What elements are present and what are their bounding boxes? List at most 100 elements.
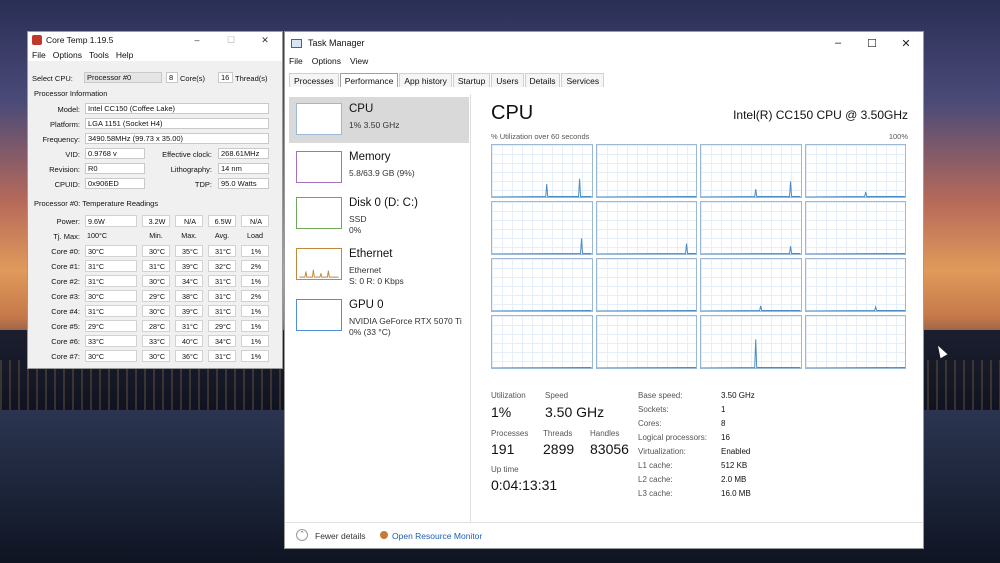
maximize-button[interactable]: ☐ xyxy=(855,37,889,50)
power-label: Power: xyxy=(56,217,80,226)
logical-processor-graph xyxy=(595,201,697,255)
platform-value: LGA 1151 (Socket H4) xyxy=(85,118,269,129)
tab-app-history[interactable]: App history xyxy=(399,73,452,87)
sidebar-item-detail: 1% 3.50 GHz xyxy=(349,120,400,130)
power-uncore: N/A xyxy=(175,215,203,227)
spec-label: Virtualization: xyxy=(638,447,686,456)
logical-processor-graph xyxy=(491,201,593,255)
select-cpu-label: Select CPU: xyxy=(32,74,73,83)
taskmanager-app-icon xyxy=(291,38,302,48)
core-min: 31°C xyxy=(142,260,170,272)
ethernet-thumbnail-graph xyxy=(296,248,342,280)
spec-label: Cores: xyxy=(638,419,662,428)
logical-processor-graph xyxy=(700,258,802,312)
sidebar-item-label: Disk 0 (D: C:) xyxy=(349,197,418,209)
core-min: 30°C xyxy=(142,350,170,362)
spec-label: Base speed: xyxy=(638,391,683,400)
coretemp-menubar: File Options Tools Help xyxy=(28,48,282,61)
sidebar-item-disk[interactable]: Disk 0 (D: C:) SSD 0% xyxy=(289,191,469,237)
menu-options[interactable]: Options xyxy=(53,50,82,60)
sidebar-item-gpu[interactable]: GPU 0 NVIDIA GeForce RTX 5070 Ti 0% (33 … xyxy=(289,293,469,339)
fewer-details-link[interactable]: Fewer details xyxy=(315,531,366,541)
core-max: 40°C xyxy=(175,335,203,347)
menu-options[interactable]: Options xyxy=(312,56,341,66)
spec-label: Logical processors: xyxy=(638,433,707,442)
core-load: 1% xyxy=(241,335,269,347)
lithography-label: Lithography: xyxy=(170,165,212,174)
chevron-up-icon[interactable]: ⌃ xyxy=(296,529,308,541)
core-name: Core #3: xyxy=(51,292,80,301)
spec-value: 8 xyxy=(721,419,726,428)
threads-value: 2899 xyxy=(543,441,575,457)
effective-clock-value: 268.61MHz xyxy=(218,148,269,159)
core-max: 38°C xyxy=(175,290,203,302)
core-avg: 29°C xyxy=(208,320,236,332)
logical-processor-graph xyxy=(804,315,906,369)
core-name: Core #4: xyxy=(51,307,80,316)
logical-processor-graph xyxy=(595,315,697,369)
coretemp-titlebar[interactable]: Core Temp 1.19.5 – ☐ ✕ xyxy=(28,32,282,48)
core-temp: 30°C xyxy=(85,245,137,257)
spec-value: 16 xyxy=(721,433,730,442)
menu-help[interactable]: Help xyxy=(116,50,133,60)
spec-value: 3.50 GHz xyxy=(721,391,755,400)
menu-file[interactable]: File xyxy=(289,56,303,66)
tab-performance[interactable]: Performance xyxy=(339,73,399,87)
logical-processor-graphs[interactable] xyxy=(491,144,906,369)
logical-processor-graph xyxy=(491,258,593,312)
spec-label: Sockets: xyxy=(638,405,669,414)
select-cpu-dropdown[interactable]: Processor #0 xyxy=(84,72,162,83)
sidebar-item-memory[interactable]: Memory 5.8/63.9 GB (9%) xyxy=(289,145,469,191)
spec-label: L3 cache: xyxy=(638,489,673,498)
sidebar-item-label: CPU xyxy=(349,103,374,115)
core-name: Core #5: xyxy=(51,322,80,331)
taskmanager-window: Task Manager – ☐ ✕ File Options View Pro… xyxy=(284,31,924,549)
taskmanager-tabs: Processes Performance App history Startu… xyxy=(289,73,605,87)
frequency-label: Frequency: xyxy=(42,135,80,144)
threads-label: Threads xyxy=(543,429,573,438)
cpu-detail-panel: CPU Intel(R) CC150 CPU @ 3.50GHz % Utili… xyxy=(481,94,913,528)
core-name: Core #1: xyxy=(51,262,80,271)
resource-monitor-icon xyxy=(380,531,388,539)
maximize-button[interactable]: ☐ xyxy=(214,35,248,46)
minimize-button[interactable]: – xyxy=(180,35,214,46)
tab-details[interactable]: Details xyxy=(524,73,561,87)
menu-view[interactable]: View xyxy=(350,56,368,66)
core-min: 28°C xyxy=(142,320,170,332)
sidebar-item-detail: 0% xyxy=(349,225,362,235)
spec-value: 512 KB xyxy=(721,461,748,470)
temperature-group: Processor #0: Temperature Readings xyxy=(34,199,159,208)
core-max: 39°C xyxy=(175,305,203,317)
power-package: 9.6W xyxy=(85,215,137,227)
tab-users[interactable]: Users xyxy=(491,73,524,87)
utilization-label: Utilization xyxy=(491,391,526,400)
platform-label: Platform: xyxy=(49,120,80,129)
taskmanager-footer: ⌃ Fewer details Open Resource Monitor xyxy=(285,522,923,548)
taskmanager-titlebar[interactable]: Task Manager – ☐ ✕ xyxy=(285,32,923,54)
model-value: Intel CC150 (Coffee Lake) xyxy=(85,103,269,114)
sidebar-item-ethernet[interactable]: Ethernet Ethernet S: 0 R: 0 Kbps xyxy=(289,242,469,288)
logical-processor-graph xyxy=(700,201,802,255)
core-temp: 31°C xyxy=(85,275,137,287)
sidebar-item-cpu[interactable]: CPU 1% 3.50 GHz xyxy=(289,97,469,143)
header-load: Load xyxy=(247,231,263,240)
menu-file[interactable]: File xyxy=(32,50,46,60)
utilization-caption: % Utilization over 60 seconds xyxy=(491,132,590,141)
logical-processor-graph xyxy=(491,315,593,369)
core-min: 30°C xyxy=(142,245,170,257)
handles-label: Handles xyxy=(590,429,620,438)
core-temp: 33°C xyxy=(85,335,137,347)
menu-tools[interactable]: Tools xyxy=(89,50,109,60)
close-button[interactable]: ✕ xyxy=(889,37,923,50)
open-resource-monitor-link[interactable]: Open Resource Monitor xyxy=(392,531,482,541)
close-button[interactable]: ✕ xyxy=(248,35,282,46)
tab-startup[interactable]: Startup xyxy=(452,73,491,87)
core-name: Core #6: xyxy=(51,337,80,346)
speed-label: Speed xyxy=(545,391,569,400)
minimize-button[interactable]: – xyxy=(821,37,855,50)
processor-info-group: Processor Information xyxy=(34,89,108,98)
tab-processes[interactable]: Processes xyxy=(289,73,339,87)
core-min: 30°C xyxy=(142,305,170,317)
core-temp: 29°C xyxy=(85,320,137,332)
tab-services[interactable]: Services xyxy=(561,73,605,87)
